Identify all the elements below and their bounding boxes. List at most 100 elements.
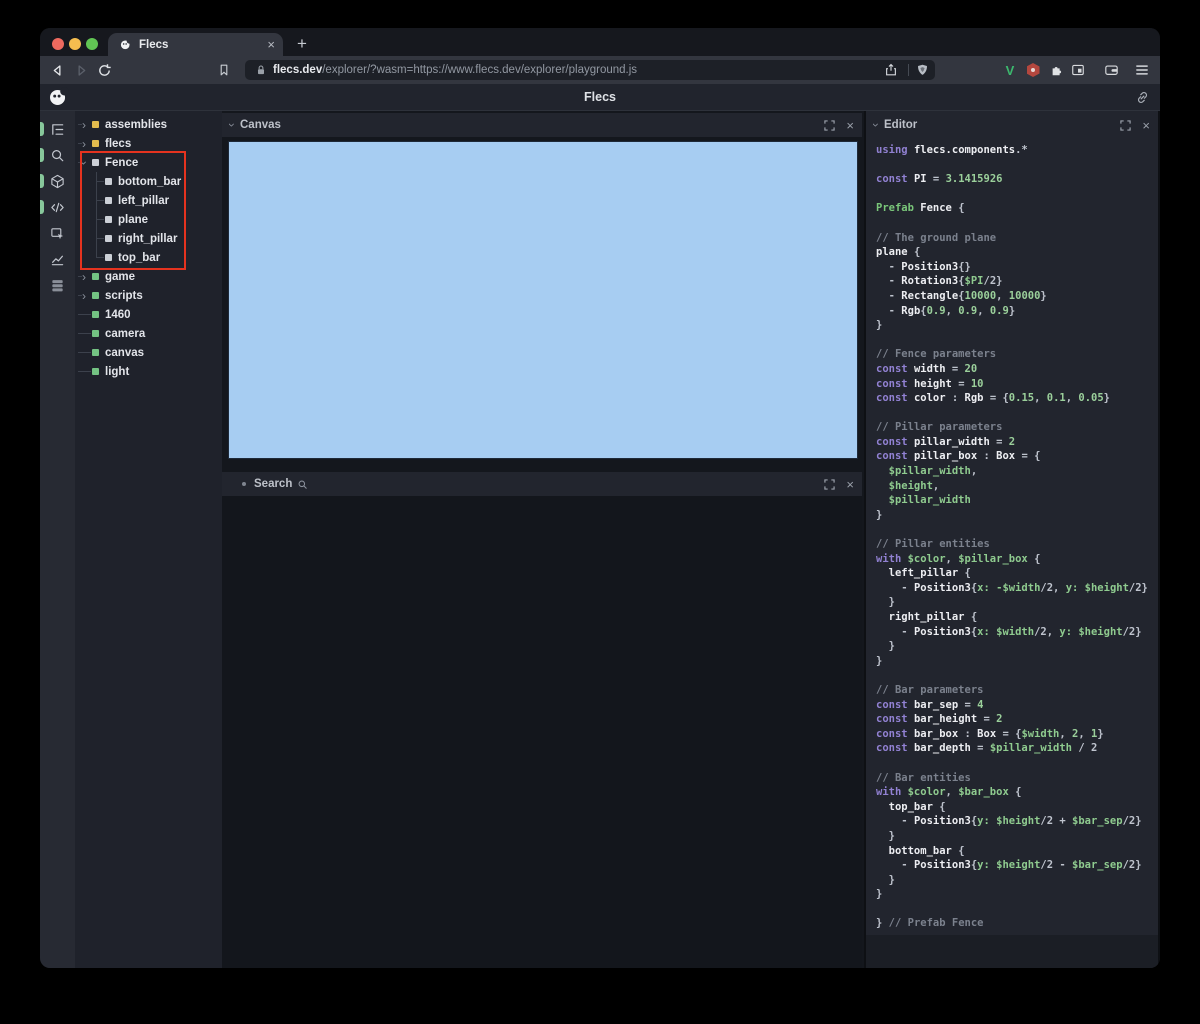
vue-devtools-icon[interactable]: V [1002, 62, 1018, 78]
tree-connector [89, 248, 105, 267]
close-panel-icon[interactable]: × [1142, 119, 1150, 132]
url-text: flecs.dev/explorer/?wasm=https://www.fle… [273, 64, 637, 76]
rows-stack-icon[interactable] [40, 272, 75, 298]
search-icon[interactable] [40, 142, 75, 168]
entity-color-square [92, 159, 99, 166]
tab-close-icon[interactable]: × [267, 38, 275, 51]
collapse-chevron-icon[interactable]: › [869, 123, 883, 127]
tree-item-label: left_pillar [118, 194, 170, 207]
collapsed-indicator-dot[interactable] [242, 482, 246, 486]
tree-item-label: top_bar [118, 251, 161, 264]
code-line: with $color, $pillar_box { [876, 552, 1041, 565]
inspector-icon[interactable] [40, 220, 75, 246]
code-line: } [876, 873, 895, 886]
code-line: with $color, $bar_box { [876, 786, 1022, 799]
tree-item-bottom_bar[interactable]: bottom_bar [75, 172, 222, 191]
new-tab-button[interactable]: + [290, 32, 314, 56]
code-line: const bar_sep = 4 [876, 698, 984, 711]
tree-item-scripts[interactable]: › scripts [75, 286, 222, 305]
url-domain: flecs.dev [273, 64, 323, 76]
code-line: const width = 20 [876, 362, 978, 375]
entity-color-square [92, 349, 99, 356]
tree-item-game[interactable]: › game [75, 267, 222, 286]
code-line: } [876, 508, 883, 521]
expand-arrow-icon[interactable]: › [78, 271, 92, 283]
canvas-panel-title: Canvas [240, 119, 281, 131]
stats-chart-icon[interactable] [40, 246, 75, 272]
code-line: plane { [876, 246, 921, 259]
code-line: - Position3{x: $width/2, y: $height/2} [876, 625, 1142, 638]
expand-arrow-icon[interactable]: › [78, 119, 92, 131]
reload-button[interactable] [96, 62, 112, 78]
expand-arrow-icon[interactable]: › [78, 290, 92, 302]
tree-item-camera[interactable]: camera [75, 324, 222, 343]
active-view-indicator [40, 200, 44, 214]
expand-panel-icon[interactable] [824, 119, 836, 131]
tree-item-left_pillar[interactable]: left_pillar [75, 191, 222, 210]
tree-item-plane[interactable]: plane [75, 210, 222, 229]
tree-item-1460[interactable]: 1460 [75, 305, 222, 324]
code-line: // Fence parameters [876, 348, 997, 361]
back-button[interactable] [49, 62, 65, 78]
expand-panel-icon[interactable] [1120, 119, 1132, 131]
code-line: - Position3{} [876, 260, 971, 273]
page-title: Flecs [584, 90, 616, 104]
tree-item-label: flecs [105, 137, 132, 150]
tree-item-Fence[interactable]: › Fence [75, 153, 222, 172]
expand-arrow-icon[interactable]: › [78, 138, 92, 150]
url-bar[interactable]: flecs.dev/explorer/?wasm=https://www.fle… [245, 60, 935, 80]
tree-connector [78, 371, 92, 372]
menu-icon[interactable] [1134, 62, 1150, 78]
forward-button[interactable] [73, 62, 89, 78]
scene-cube-icon[interactable] [40, 168, 75, 194]
active-view-indicator [40, 148, 44, 162]
tree-item-top_bar[interactable]: top_bar [75, 248, 222, 267]
editor-panel-header: › Editor × [866, 113, 1158, 137]
tree-item-label: right_pillar [118, 232, 178, 245]
zoom-window-button[interactable] [86, 38, 98, 50]
outliner-tree-icon[interactable] [40, 116, 75, 142]
code-area[interactable]: using flecs.components.* const PI = 3.141… [866, 140, 1158, 935]
collapse-chevron-icon[interactable]: › [225, 123, 239, 127]
entity-color-square [92, 140, 99, 147]
tree-item-label: scripts [105, 289, 143, 302]
code-line: using flecs.components.* [876, 144, 1028, 156]
red-hexagon-extension-icon[interactable] [1025, 62, 1041, 78]
browser-tab[interactable]: Flecs × [108, 33, 283, 56]
canvas-panel-header: › Canvas × [222, 113, 862, 137]
tree-item-assemblies[interactable]: › assemblies [75, 115, 222, 134]
tree-item-label: 1460 [105, 308, 131, 321]
code-line: $pillar_width [876, 494, 971, 507]
tree-item-flecs[interactable]: › flecs [75, 134, 222, 153]
tree-connector [89, 229, 105, 248]
code-line: } [876, 888, 883, 901]
close-panel-icon[interactable]: × [846, 119, 854, 132]
bookmark-icon[interactable] [216, 62, 232, 78]
search-results-area [222, 496, 862, 968]
close-window-button[interactable] [52, 38, 64, 50]
tree-connector [89, 172, 105, 191]
tree-item-label: bottom_bar [118, 175, 182, 188]
tree-item-canvas[interactable]: canvas [75, 343, 222, 362]
reader-panel-icon[interactable] [1070, 62, 1086, 78]
wallet-icon[interactable] [1103, 62, 1119, 78]
share-link-icon[interactable] [1135, 90, 1150, 105]
extensions-puzzle-icon[interactable] [1049, 62, 1065, 78]
close-panel-icon[interactable]: × [846, 478, 854, 491]
editor-panel: › Editor × using flecs.components.* const… [866, 111, 1158, 968]
code-line: - Position3{x: -$width/2, y: $height/2} [876, 581, 1148, 594]
share-icon[interactable] [883, 62, 899, 78]
tree-item-right_pillar[interactable]: right_pillar [75, 229, 222, 248]
brave-shield-icon[interactable] [914, 62, 930, 78]
collapse-arrow-icon[interactable]: › [77, 157, 92, 169]
code-icon[interactable] [40, 194, 75, 220]
minimize-window-button[interactable] [69, 38, 81, 50]
expand-panel-icon[interactable] [824, 478, 836, 490]
code-line: } [876, 319, 883, 332]
browser-tab-bar: Flecs × + [40, 28, 1160, 56]
editor-footer-area [866, 935, 1158, 968]
tree-connector [89, 191, 105, 210]
tree-item-light[interactable]: light [75, 362, 222, 381]
canvas-3d-viewport[interactable] [228, 141, 858, 459]
